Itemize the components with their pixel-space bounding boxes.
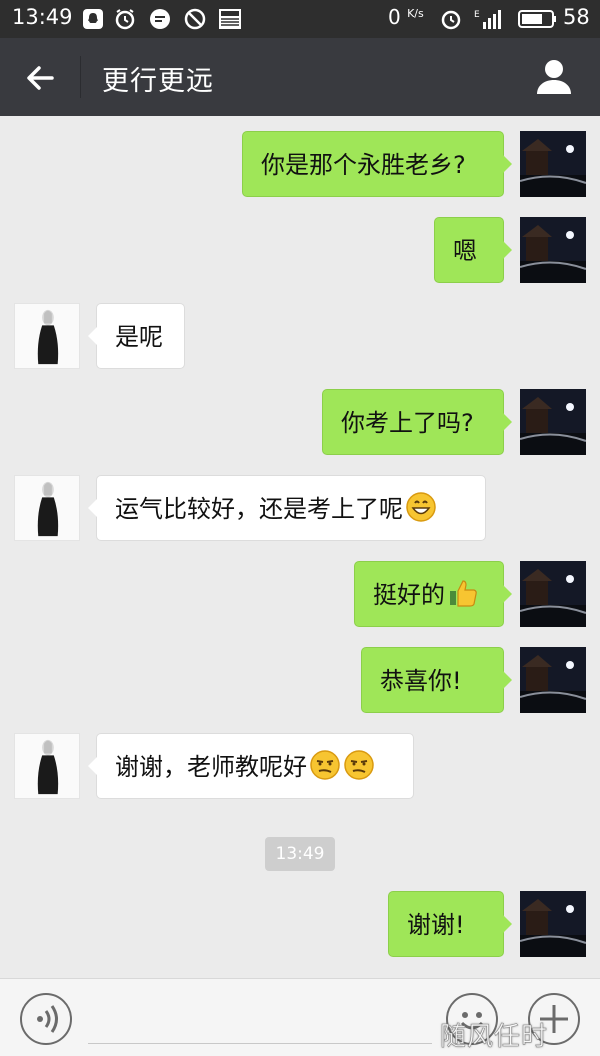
- status-time: 13:49: [12, 5, 73, 29]
- message-text: 你考上了吗?: [341, 409, 474, 437]
- battery-level: 58: [563, 5, 590, 29]
- self-avatar[interactable]: [520, 389, 586, 455]
- sent-bubble[interactable]: 你是那个永胜老乡?: [242, 131, 512, 197]
- battery-icon: [518, 10, 556, 28]
- sent-bubble[interactable]: 你考上了吗?: [322, 389, 512, 455]
- thumbs-up-emoji-icon: [450, 580, 477, 607]
- svg-text:E: E: [474, 10, 480, 20]
- news-icon: [219, 9, 241, 29]
- message-text: 运气比较好，还是考上了呢: [115, 495, 403, 523]
- network-speed: 0 K/s: [388, 5, 424, 29]
- message-text: 挺好的: [373, 581, 445, 609]
- self-avatar[interactable]: [520, 891, 586, 957]
- alarm-icon: [441, 10, 461, 30]
- notification-qq-icon: [83, 9, 103, 29]
- sent-bubble[interactable]: 挺好的: [354, 561, 512, 627]
- voice-input-button[interactable]: [20, 993, 72, 1045]
- self-avatar[interactable]: [520, 647, 586, 713]
- message-bubble-icon: [150, 9, 170, 29]
- sent-bubble[interactable]: 嗯: [434, 217, 512, 283]
- input-underline: [88, 1043, 432, 1044]
- alarm-clock-icon: [115, 9, 135, 30]
- do-not-disturb-icon: [184, 8, 206, 30]
- message-text: 你是那个永胜老乡?: [261, 151, 466, 179]
- self-avatar[interactable]: [520, 217, 586, 283]
- chat-title: 更行更远: [102, 66, 214, 97]
- night-scene-avatar-image: [520, 389, 586, 455]
- back-arrow-icon[interactable]: [22, 60, 58, 96]
- contact-avatar[interactable]: [14, 475, 80, 541]
- received-bubble[interactable]: 运气比较好，还是考上了呢: [88, 475, 486, 541]
- message-text: 谢谢，老师教呢好: [115, 753, 307, 781]
- woman-silhouette-avatar-image: [15, 476, 79, 540]
- signal-strength-icon: E: [474, 10, 501, 29]
- chat-timestamp: 13:49: [265, 837, 335, 871]
- message-text: 是呢: [115, 323, 163, 351]
- smirk-emoji-icon: [310, 750, 340, 780]
- contact-avatar[interactable]: [14, 303, 80, 369]
- grin-emoji-icon: [406, 492, 436, 522]
- received-bubble[interactable]: 谢谢，老师教呢好: [88, 733, 414, 799]
- chat-title-bar: 更行更远: [0, 38, 600, 116]
- night-scene-avatar-image: [520, 561, 586, 627]
- net-speed-value: 0: [388, 5, 401, 29]
- self-avatar[interactable]: [520, 131, 586, 197]
- contact-avatar[interactable]: [14, 733, 80, 799]
- message-text: 恭喜你!: [380, 667, 462, 695]
- self-avatar[interactable]: [520, 561, 586, 627]
- woman-silhouette-avatar-image: [15, 734, 79, 798]
- voice-wave-icon: [37, 1005, 58, 1033]
- contact-profile-icon[interactable]: [534, 56, 574, 96]
- received-bubble[interactable]: 是呢: [88, 303, 185, 369]
- message-text: 谢谢!: [407, 911, 465, 939]
- night-scene-avatar-image: [520, 131, 586, 197]
- watermark-text: 随风任时: [440, 1022, 549, 1053]
- night-scene-avatar-image: [520, 647, 586, 713]
- message-text: 嗯: [453, 237, 477, 265]
- night-scene-avatar-image: [520, 891, 586, 957]
- woman-silhouette-avatar-image: [15, 304, 79, 368]
- sent-bubble[interactable]: 谢谢!: [388, 891, 512, 957]
- message-input[interactable]: [88, 993, 432, 1041]
- night-scene-avatar-image: [520, 217, 586, 283]
- sent-bubble[interactable]: 恭喜你!: [361, 647, 512, 713]
- net-speed-unit: K/s: [407, 7, 424, 20]
- smirk-emoji-icon: [344, 750, 374, 780]
- title-divider: [80, 56, 81, 98]
- status-bar: 13:49 0 K/s E 58: [0, 0, 600, 38]
